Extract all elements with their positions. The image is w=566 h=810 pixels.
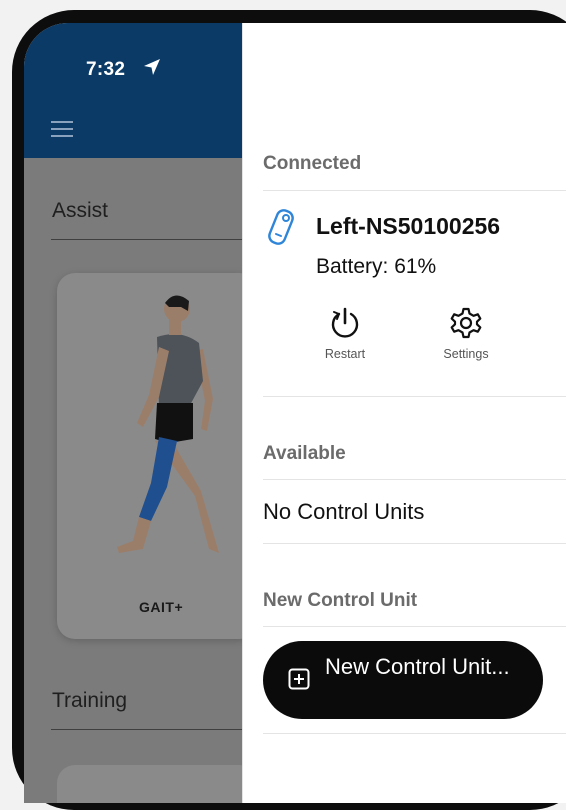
restart-icon xyxy=(331,307,359,338)
divider xyxy=(263,626,566,627)
settings-label: Settings xyxy=(443,347,489,361)
divider xyxy=(263,479,566,480)
divider xyxy=(263,733,566,734)
gear-icon xyxy=(450,307,482,339)
new-control-unit-button[interactable]: New Control Unit... xyxy=(263,641,543,719)
new-control-unit-label: New Control Unit... xyxy=(325,654,510,679)
section-title-assist: Assist xyxy=(52,199,109,222)
header-new-control-unit: New Control Unit xyxy=(263,590,418,611)
divider xyxy=(263,396,566,397)
walking-person-illustration xyxy=(117,295,219,553)
control-unit-icon xyxy=(267,207,299,252)
status-time: 7:32 xyxy=(86,59,126,80)
header-connected: Connected xyxy=(263,153,362,174)
restart-button[interactable]: Restart xyxy=(300,306,390,361)
section-title-training: Training xyxy=(52,689,128,712)
section-divider xyxy=(51,239,242,240)
empty-state-text: No Control Units xyxy=(263,499,425,524)
gait-card[interactable]: GAIT+ xyxy=(57,273,242,639)
battery-status: Battery: 61% xyxy=(316,255,437,278)
device-name: Left-NS50100256 xyxy=(316,213,501,239)
divider xyxy=(263,543,566,544)
training-card[interactable] xyxy=(57,765,242,803)
plus-square-icon xyxy=(288,668,310,695)
app-header: 7:32 xyxy=(24,23,242,158)
divider xyxy=(263,190,566,191)
control-unit-drawer: Connected Left-NS50100256 Battery: 61% R… xyxy=(243,23,566,803)
app-background-dimmed[interactable]: 7:32 Assist GAIT+ Training xyxy=(24,23,242,803)
header-available: Available xyxy=(263,443,346,464)
hamburger-menu-icon[interactable] xyxy=(51,121,73,142)
screen: 7:32 Assist GAIT+ Training Connected Lef… xyxy=(24,23,566,803)
location-arrow-icon xyxy=(142,57,162,82)
section-divider xyxy=(51,729,242,730)
restart-label: Restart xyxy=(324,347,366,361)
card-label-gait: GAIT+ xyxy=(139,599,184,615)
settings-button[interactable]: Settings xyxy=(421,306,511,361)
